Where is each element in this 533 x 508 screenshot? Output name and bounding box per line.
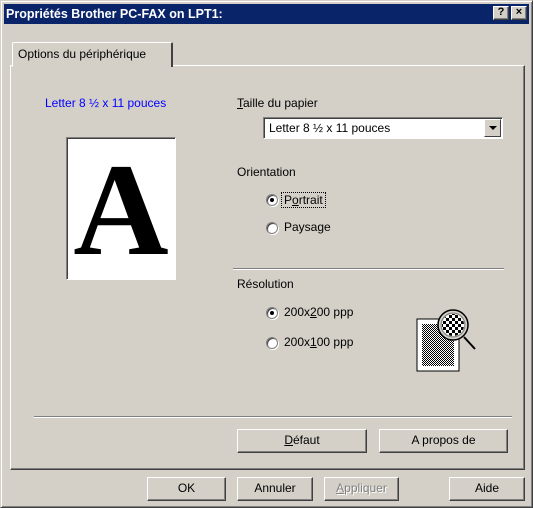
cancel-button[interactable]: Annuler — [237, 477, 313, 501]
close-icon[interactable]: × — [511, 6, 527, 20]
help-icon[interactable]: ? — [493, 6, 509, 20]
tab-panel — [10, 65, 525, 470]
window-title: Propriétés Brother PC-FAX on LPT1: — [6, 7, 223, 21]
apply-button[interactable]: Appliquer — [324, 477, 399, 501]
ok-button[interactable]: OK — [147, 477, 226, 501]
help-button[interactable]: Aide — [449, 477, 525, 501]
tab-device-options[interactable]: Options du périphérique — [12, 42, 173, 67]
title-bar[interactable]: Propriétés Brother PC-FAX on LPT1: ? × — [4, 4, 529, 24]
properties-dialog: Propriétés Brother PC-FAX on LPT1: ? × O… — [0, 0, 533, 508]
